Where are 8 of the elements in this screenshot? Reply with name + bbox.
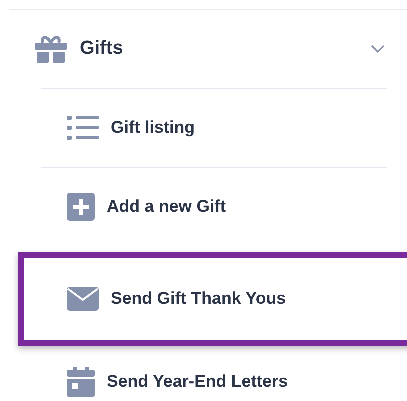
- gifts-menu-item[interactable]: Gifts: [0, 10, 407, 88]
- list-icon: [67, 115, 99, 141]
- submenu-item[interactable]: Send Gift Thank Yous: [18, 252, 407, 346]
- submenu-item[interactable]: Add a new Gift: [41, 167, 387, 246]
- envelope-icon: [67, 287, 99, 311]
- submenu-item[interactable]: Gift listing: [41, 88, 387, 167]
- gift-icon: [35, 35, 67, 63]
- calendar-icon: [67, 366, 95, 396]
